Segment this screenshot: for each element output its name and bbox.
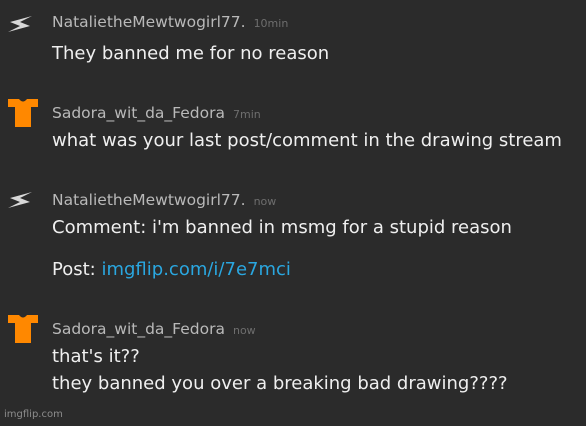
post-line: Post: imgflip.com/i/7e7mci	[52, 259, 291, 280]
timestamp: 10min	[253, 17, 289, 30]
timestamp: now	[253, 195, 277, 208]
post-label: Post:	[52, 259, 96, 280]
user-avatar[interactable]	[6, 184, 40, 216]
timestamp: now	[232, 324, 256, 337]
username[interactable]: NatalietheMewtwogirl77.	[52, 13, 246, 31]
user-avatar[interactable]	[6, 313, 40, 345]
orange-tshirt-icon	[8, 99, 38, 127]
comment-header: NatalietheMewtwogirl77. 10min	[52, 12, 288, 31]
orange-tshirt-icon	[8, 315, 38, 343]
comment-header: Sadora_wit_da_Fedora now	[52, 319, 256, 338]
user-avatar[interactable]	[6, 97, 40, 129]
comment-text: what was your last post/comment in the d…	[52, 130, 562, 151]
comment-text: They banned me for no reason	[52, 43, 330, 64]
comment-header: Sadora_wit_da_Fedora 7min	[52, 103, 261, 122]
lightning-bolt-icon	[8, 192, 32, 208]
comment-text: that's it??	[52, 346, 140, 367]
comment-text: Comment: i'm banned in msmg for a stupid…	[52, 217, 512, 238]
post-link[interactable]: imgflip.com/i/7e7mci	[101, 259, 290, 280]
comment-header: NatalietheMewtwogirl77. now	[52, 190, 276, 209]
watermark: imgflip.com	[4, 409, 63, 420]
lightning-bolt-icon	[8, 16, 32, 32]
timestamp: 7min	[232, 108, 261, 121]
username[interactable]: Sadora_wit_da_Fedora	[52, 104, 225, 122]
comment-text: they banned you over a breaking bad draw…	[52, 373, 508, 394]
username[interactable]: Sadora_wit_da_Fedora	[52, 320, 225, 338]
username[interactable]: NatalietheMewtwogirl77.	[52, 191, 246, 209]
user-avatar[interactable]	[6, 8, 40, 40]
